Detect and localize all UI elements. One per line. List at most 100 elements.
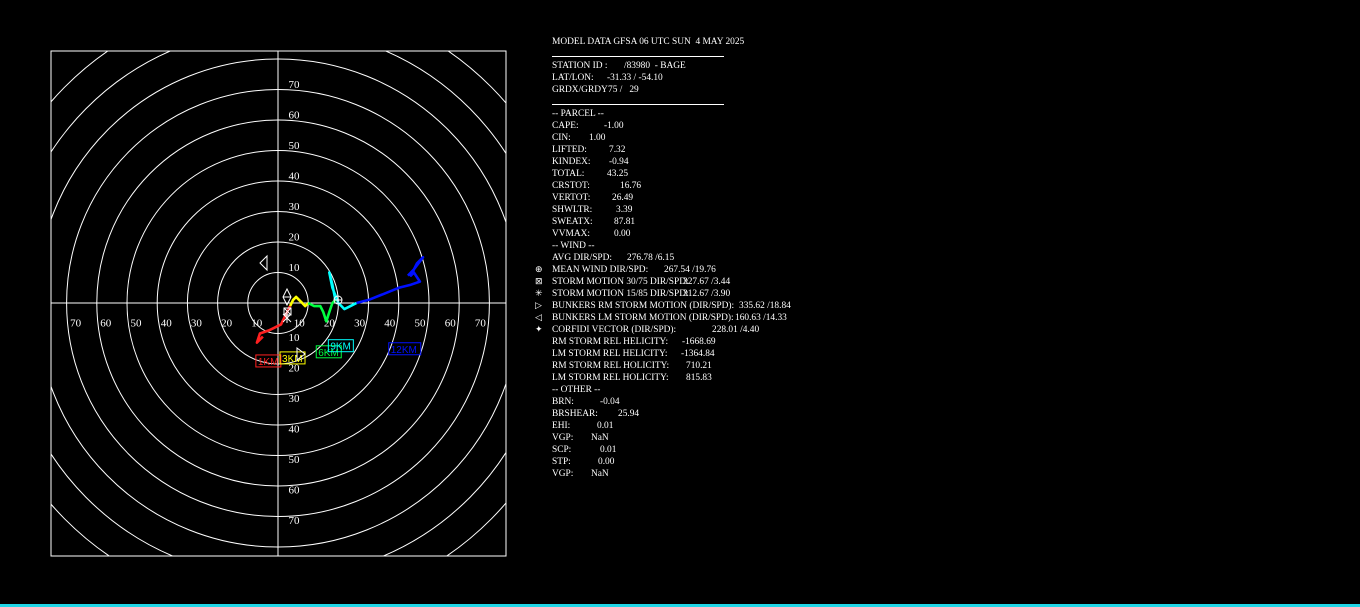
ring-label: 40 [384,318,396,330]
other-row-label: BRSHEAR: [552,409,598,419]
wind-row-label: RM STORM REL HELICITY: [552,337,669,347]
wind-row-label: BUNKERS RM STORM MOTION (DIR/SPD): [552,301,735,311]
parcel-row-value: 3.39 [616,205,633,215]
parcel-row-value: 43.25 [607,169,629,179]
parcel-row-label: KINDEX: [552,157,591,167]
parcel-row: VVMAX: 0.00 [552,228,630,240]
station-id-label: STATION ID : [552,61,608,71]
ring-label: 10 [294,318,306,330]
wind-row-label: BUNKERS LM STORM MOTION (DIR/SPD): [552,313,734,323]
wind-row-label: MEAN WIND DIR/SPD: [552,265,649,275]
parcel-row-value: 1.00 [589,133,606,143]
other-header: -- OTHER -- [552,384,600,396]
parcel-row: TOTAL: 43.25 [552,168,628,180]
wind-row: AVG DIR/SPD: 276.78 /6.15 [552,252,674,264]
ring-label: 60 [100,318,112,330]
other-row: BRN: -0.04 [552,396,620,408]
other-row-value: -0.04 [600,397,620,407]
other-row-label: VGP: [552,469,574,479]
other-row-label: EHI: [552,421,571,431]
other-row-label: SCP: [552,445,572,455]
wind-row: ✦ CORFIDI VECTOR (DIR/SPD): 228.01 /4.40 [535,324,759,336]
parcel-row: SWEATX: 87.81 [552,216,635,228]
grdx-grdy-label: GRDX/GRDY [552,85,608,95]
level-label: 1KM [258,357,279,368]
wind-row-value: 276.78 /6.15 [627,253,675,263]
panel-title: MODEL DATA GFSA 06 UTC SUN 4 MAY 2025 [552,36,744,48]
wind-header-label: -- WIND -- [552,241,595,251]
ring-label: 50 [131,318,143,330]
parcel-row-label: SHWLTR: [552,205,593,215]
parcel-row-label: CIN: [552,133,571,143]
other-row-label: BRN: [552,397,574,407]
other-row-value: 25.94 [618,409,640,419]
ring-label: 50 [415,318,427,330]
ring-label: 30 [191,318,203,330]
other-row-value: 0.01 [597,421,614,431]
ring-label: 60 [289,110,301,122]
legend-symbol-icon: ▷ [535,301,542,311]
wind-row: RM STORM REL HELICITY: -1668.69 [552,336,716,348]
other-row-label: VGP: [552,433,574,443]
wind-row-label: STORM MOTION 30/75 DIR/SPD: [552,277,689,287]
parcel-row-label: VVMAX: [552,229,591,239]
ring-label: 50 [289,140,301,152]
other-row-value: NaN [591,469,609,479]
wind-row-value: 815.83 [686,373,712,383]
wind-row-label: RM STORM REL HOLICITY: [552,361,670,371]
mean-wind-icon [333,295,343,305]
parcel-row-value: 0.00 [614,229,631,239]
level-label: 12KM [391,345,417,356]
parcel-row-label: VERTOT: [552,193,591,203]
parcel-row: KINDEX: -0.94 [552,156,629,168]
legend-symbol-icon: ✦ [535,325,543,335]
ring-label: 50 [289,454,301,466]
parcel-row: CIN: 1.00 [552,132,605,144]
ring-label: 70 [289,79,301,91]
divider [552,104,724,105]
wind-row: LM STORM REL HELICITY: -1364.84 [552,348,715,360]
wind-row-value: -1668.69 [682,337,716,347]
wind-row: ⊕ MEAN WIND DIR/SPD: 267.54 /19.76 [535,264,716,276]
ring-label: 70 [475,318,487,330]
ring-label: 20 [221,318,233,330]
other-row-value: NaN [591,433,609,443]
other-row: SCP: 0.01 [552,444,616,456]
grdx-grdy: GRDX/GRDY 75 / 29 [552,84,639,96]
ring-label: 30 [289,393,301,405]
other-row: BRSHEAR: 25.94 [552,408,639,420]
other-row: STP: 0.00 [552,456,614,468]
other-header-label: -- OTHER -- [552,385,601,395]
bunkers-lm-icon [259,254,268,272]
wind-row: ▷ BUNKERS RM STORM MOTION (DIR/SPD): 335.6… [535,300,791,312]
station-id-value: /83980 - BAGE [624,61,686,71]
parcel-header: -- PARCEL -- [552,108,604,120]
parcel-row: SHWLTR: 3.39 [552,204,632,216]
ring-label: 10 [289,332,301,344]
parcel-row-label: TOTAL: [552,169,585,179]
ring-label: 10 [289,262,301,274]
wind-row-value: -1364.84 [681,349,715,359]
legend-symbol-icon: ⊠ [535,277,543,287]
station-id: STATION ID : /83980 - BAGE [552,60,686,72]
parcel-row: CRSTOT: 16.76 [552,180,641,192]
ring-label: 40 [289,171,301,183]
parcel-row-label: SWEATX: [552,217,593,227]
level-labels: 1KM 3KM6KM9KM 12KM [255,339,422,368]
wind-row-label: CORFIDI VECTOR (DIR/SPD): [552,325,677,335]
ring-label: 40 [161,318,173,330]
ring-label: 70 [70,318,82,330]
wind-row-value: 335.62 /18.84 [739,301,791,311]
wind-row-value: 312.67 /3.90 [683,289,731,299]
legend-symbol-icon: ◁ [535,313,542,323]
parcel-row-value: -1.00 [604,121,624,131]
hodograph-segment-3km [288,295,310,308]
other-row-label: STP: [552,457,571,467]
other-row: VGP: NaN [552,432,609,444]
other-row-value: 0.01 [600,445,617,455]
level-label: 3KM [282,354,303,365]
wind-row-value: 160.63 /14.33 [735,313,787,323]
wind-header: -- WIND -- [552,240,595,252]
parcel-row-value: 16.76 [620,181,642,191]
ring-label: 20 [289,232,301,244]
